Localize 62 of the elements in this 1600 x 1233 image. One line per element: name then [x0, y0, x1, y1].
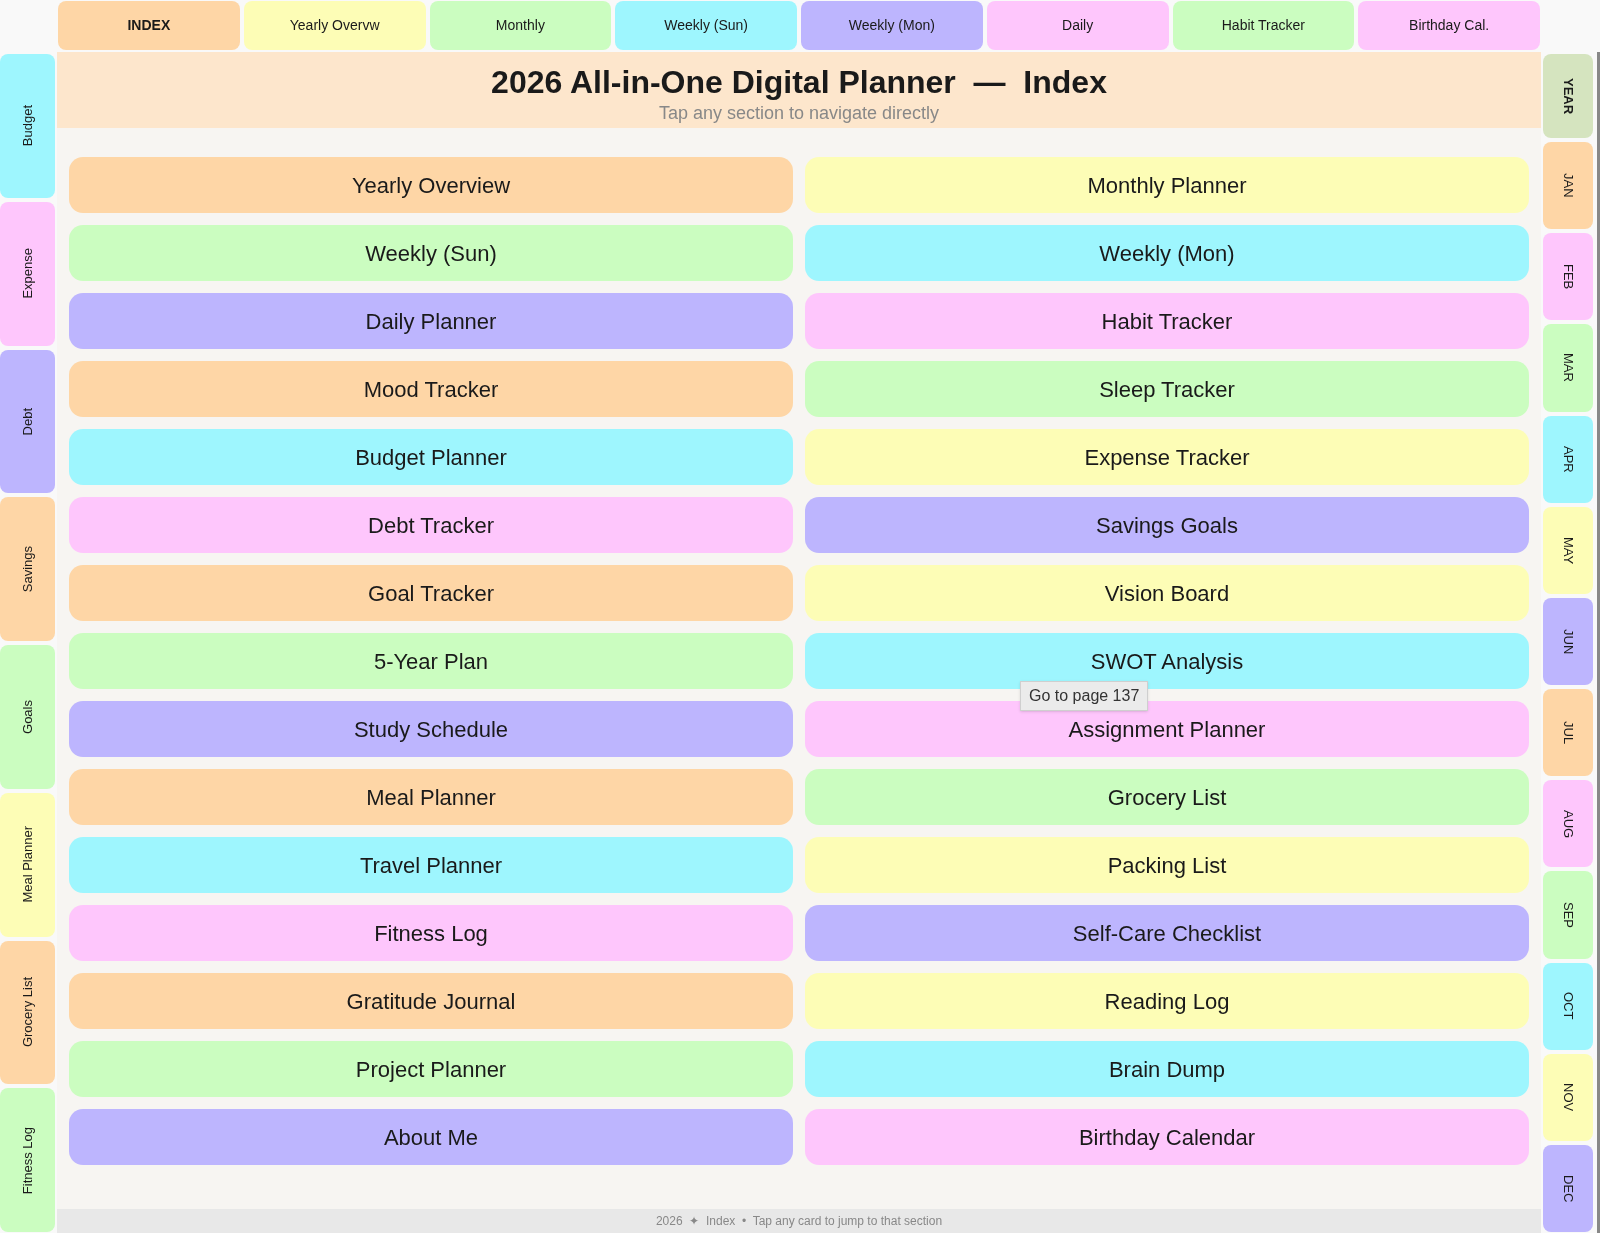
section-card[interactable]: Goal Tracker: [69, 565, 793, 621]
side-tab[interactable]: Fitness Log: [0, 1088, 55, 1232]
month-tab[interactable]: OCT: [1543, 962, 1593, 1050]
month-tab[interactable]: JAN: [1543, 142, 1593, 230]
section-tab[interactable]: Yearly Overvw: [243, 1, 426, 50]
month-tab[interactable]: DEC: [1543, 1144, 1593, 1233]
side-tab[interactable]: Meal Planner: [0, 792, 55, 937]
section-tab[interactable]: Weekly (Sun): [615, 1, 797, 50]
section-card[interactable]: Study Schedule: [69, 701, 793, 757]
section-card[interactable]: Daily Planner: [69, 293, 793, 349]
section-card[interactable]: Self-Care Checklist: [805, 905, 1529, 961]
section-card[interactable]: Birthday Calendar: [805, 1109, 1529, 1165]
section-card[interactable]: Fitness Log: [69, 905, 793, 961]
section-card[interactable]: Weekly (Mon): [805, 225, 1529, 281]
section-card[interactable]: Monthly Planner: [805, 157, 1529, 213]
section-card[interactable]: Habit Tracker: [805, 293, 1529, 349]
month-tab[interactable]: SEP: [1543, 871, 1593, 959]
section-card[interactable]: Reading Log: [805, 973, 1529, 1029]
section-tab[interactable]: Daily: [986, 1, 1169, 50]
section-card[interactable]: Travel Planner: [69, 837, 793, 893]
section-card[interactable]: Gratitude Journal: [69, 973, 793, 1029]
side-tab[interactable]: Expense: [0, 201, 55, 346]
section-card[interactable]: Packing List: [805, 837, 1529, 893]
section-card[interactable]: Project Planner: [69, 1041, 793, 1097]
section-tab[interactable]: Habit Tracker: [1172, 1, 1355, 50]
month-tab[interactable]: AUG: [1543, 780, 1593, 868]
side-tab[interactable]: Budget: [0, 54, 55, 198]
tooltip: Go to page 137: [1020, 681, 1149, 711]
section-tab[interactable]: Birthday Cal.: [1358, 1, 1540, 50]
page-title: 2026 All-in-One Digital Planner — Index: [491, 63, 1107, 102]
section-card[interactable]: Meal Planner: [69, 769, 793, 825]
month-tab[interactable]: FEB: [1543, 233, 1593, 321]
section-card[interactable]: 5-Year Plan: [69, 633, 793, 689]
month-tab[interactable]: JUN: [1543, 597, 1593, 686]
section-card[interactable]: Grocery List: [805, 769, 1529, 825]
section-card[interactable]: Weekly (Sun): [69, 225, 793, 281]
section-card[interactable]: Vision Board: [805, 565, 1529, 621]
month-tab[interactable]: MAR: [1543, 324, 1593, 412]
side-tab[interactable]: Grocery List: [0, 940, 55, 1085]
page-subtitle: Tap any section to navigate directly: [658, 102, 940, 124]
section-card[interactable]: Brain Dump: [805, 1041, 1529, 1097]
section-card[interactable]: Sleep Tracker: [805, 361, 1529, 417]
section-tab[interactable]: Monthly: [429, 1, 612, 50]
month-tab[interactable]: APR: [1543, 415, 1593, 503]
section-card[interactable]: Expense Tracker: [805, 429, 1529, 485]
section-tab[interactable]: INDEX: [58, 1, 240, 50]
section-tab[interactable]: Weekly (Mon): [801, 1, 983, 50]
month-tab[interactable]: JUL: [1543, 689, 1593, 777]
section-card[interactable]: Budget Planner: [69, 429, 793, 485]
section-card[interactable]: Yearly Overview: [69, 157, 793, 213]
section-card[interactable]: Savings Goals: [805, 497, 1529, 553]
section-card[interactable]: Debt Tracker: [69, 497, 793, 553]
side-tab[interactable]: Debt: [0, 349, 55, 494]
month-tab[interactable]: MAY: [1543, 506, 1593, 594]
section-card[interactable]: Mood Tracker: [69, 361, 793, 417]
section-card[interactable]: About Me: [69, 1109, 793, 1165]
month-tab[interactable]: YEAR: [1543, 54, 1593, 138]
side-tab[interactable]: Savings: [0, 497, 55, 641]
month-tab[interactable]: NOV: [1543, 1053, 1593, 1141]
side-tab[interactable]: Goals: [0, 645, 55, 789]
section-card[interactable]: SWOT Analysis: [805, 633, 1529, 689]
footer-text: 2026 ✦ Index • Tap any card to jump to that section: [655, 1213, 943, 1230]
